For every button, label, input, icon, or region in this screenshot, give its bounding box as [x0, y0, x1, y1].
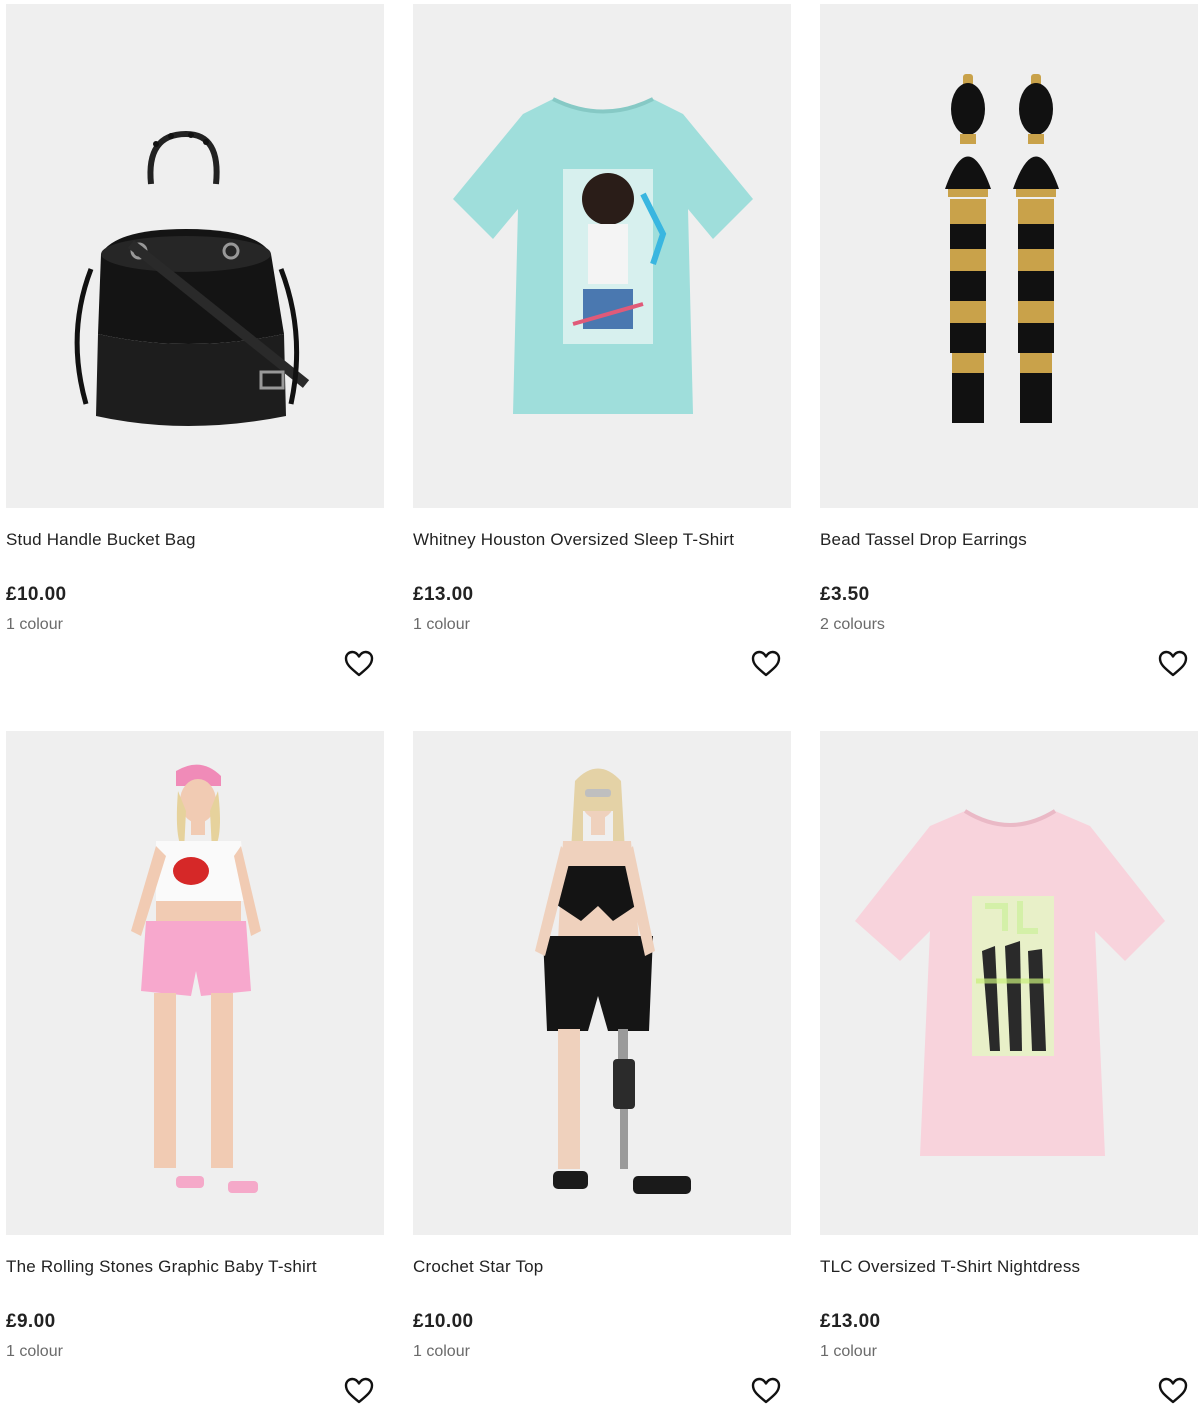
product-price: £10.00	[6, 584, 67, 605]
heart-outline-icon	[751, 1377, 781, 1404]
bucket-bag-image	[74, 130, 310, 426]
add-to-wishlist-button[interactable]	[343, 648, 375, 680]
product-image[interactable]	[413, 731, 791, 1235]
heart-outline-icon	[1158, 650, 1188, 677]
heart-outline-icon	[344, 650, 374, 677]
graphic-tshirt-image	[453, 97, 753, 414]
heart-outline-icon	[344, 1377, 374, 1404]
product-image[interactable]	[820, 731, 1198, 1235]
heart-outline-icon	[751, 650, 781, 677]
product-colour-count: 1 colour	[6, 1343, 63, 1360]
product-name[interactable]: Whitney Houston Oversized Sleep T-Shirt	[413, 530, 734, 550]
add-to-wishlist-button[interactable]	[750, 648, 782, 680]
model-crop-tee-image	[131, 764, 261, 1193]
product-name[interactable]: The Rolling Stones Graphic Baby T-shirt	[6, 1257, 317, 1277]
product-colour-count: 1 colour	[413, 1343, 470, 1360]
product-colour-count: 2 colours	[820, 616, 885, 633]
product-colour-count: 1 colour	[820, 1343, 877, 1360]
product-name[interactable]: Bead Tassel Drop Earrings	[820, 530, 1027, 550]
add-to-wishlist-button[interactable]	[750, 1375, 782, 1407]
heart-outline-icon	[1158, 1377, 1188, 1404]
product-image[interactable]	[413, 4, 791, 508]
model-crochet-top-image	[535, 768, 691, 1194]
product-price: £13.00	[820, 1311, 881, 1332]
product-price: £10.00	[413, 1311, 474, 1332]
product-colour-count: 1 colour	[6, 616, 63, 633]
product-name[interactable]: Stud Handle Bucket Bag	[6, 530, 196, 550]
tassel-earrings-image	[945, 74, 1059, 423]
product-price: £9.00	[6, 1311, 56, 1332]
product-price: £3.50	[820, 584, 870, 605]
product-image[interactable]	[820, 4, 1198, 508]
product-image[interactable]	[6, 4, 384, 508]
pink-nightdress-image	[855, 809, 1165, 1156]
add-to-wishlist-button[interactable]	[1157, 648, 1189, 680]
add-to-wishlist-button[interactable]	[343, 1375, 375, 1407]
product-colour-count: 1 colour	[413, 616, 470, 633]
add-to-wishlist-button[interactable]	[1157, 1375, 1189, 1407]
product-image[interactable]	[6, 731, 384, 1235]
product-price: £13.00	[413, 584, 474, 605]
product-name[interactable]: TLC Oversized T-Shirt Nightdress	[820, 1257, 1080, 1277]
product-name[interactable]: Crochet Star Top	[413, 1257, 543, 1277]
